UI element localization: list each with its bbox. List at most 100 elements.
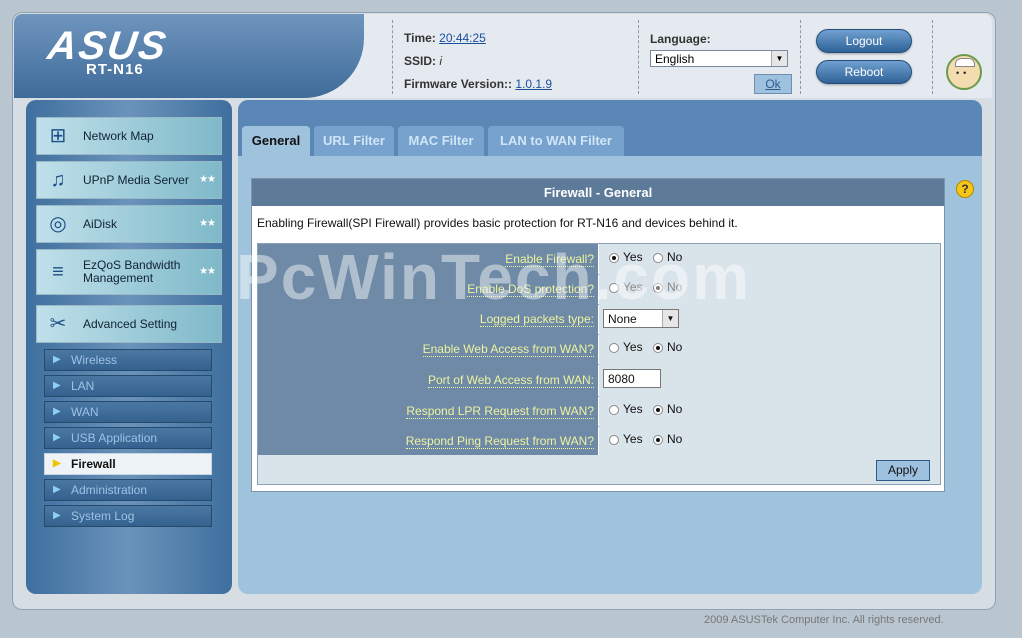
select-value: None	[608, 312, 637, 326]
apply-button[interactable]: Apply	[876, 460, 930, 481]
subnav-usb-application[interactable]: ▶ USB Application	[44, 427, 212, 449]
nav-label: UPnP Media Server	[83, 172, 189, 187]
main-content: General URL Filter MAC Filter LAN to WAN…	[238, 100, 982, 594]
firewall-panel: Firewall - General Enabling Firewall(SPI…	[251, 178, 945, 492]
radio-label: No	[667, 402, 683, 416]
subnav-label: Wireless	[71, 353, 118, 367]
row-value: Yes No	[599, 396, 940, 426]
tab-lan-to-wan-filter[interactable]: LAN to WAN Filter	[488, 126, 624, 156]
row-value: None ▼	[599, 304, 940, 334]
firmware-info: Firmware Version:: 1.0.1.9	[404, 77, 552, 91]
radio-label: Yes	[623, 250, 643, 264]
subnav-administration[interactable]: ▶ Administration	[44, 479, 212, 501]
chevron-down-icon: ▼	[662, 310, 678, 327]
row-value: 8080	[599, 364, 940, 396]
label-text: Enable DoS protection?	[467, 282, 594, 297]
row-web-access: Enable Web Access from WAN? Yes No	[258, 334, 940, 365]
nav-label: Advanced Setting	[83, 316, 178, 331]
web-access-yes-radio[interactable]	[609, 343, 619, 353]
row-value: Yes No	[599, 334, 940, 364]
language-select[interactable]: English ▼	[650, 50, 788, 67]
nav-advanced-setting[interactable]: ✂ Advanced Setting	[36, 305, 222, 343]
row-enable-dos: Enable DoS protection? Yes No	[258, 274, 940, 305]
radio-label: No	[667, 250, 683, 264]
subnav-label: USB Application	[71, 431, 158, 445]
footer-copyright: 2009 ASUSTek Computer Inc. All rights re…	[704, 614, 944, 626]
row-label: Logged packets type:	[258, 304, 598, 334]
nav-network-map[interactable]: ⊞ Network Map	[36, 117, 222, 155]
subnav-wireless[interactable]: ▶ Wireless	[44, 349, 212, 371]
logo-block: ASUS RT-N16	[14, 14, 364, 98]
enable-dos-no-radio[interactable]	[653, 283, 663, 293]
row-lpr: Respond LPR Request from WAN? Yes No	[258, 396, 940, 427]
web-port-input[interactable]: 8080	[603, 369, 661, 388]
arrow-right-icon: ▶	[53, 458, 61, 469]
nav-label: EzQoS Bandwidth Management	[83, 258, 181, 285]
logout-button[interactable]: Logout	[816, 29, 912, 53]
row-label: Enable Firewall?	[258, 244, 598, 274]
arrow-right-icon: ▶	[53, 510, 61, 521]
row-label: Port of Web Access from WAN:	[258, 364, 598, 396]
firmware-link[interactable]: 1.0.1.9	[515, 77, 552, 91]
eyes-shape: ••	[956, 68, 971, 78]
subnav-lan[interactable]: ▶ LAN	[44, 375, 212, 397]
enable-dos-yes-radio[interactable]	[609, 283, 619, 293]
tab-mac-filter[interactable]: MAC Filter	[398, 126, 484, 156]
qos-icon: ≡	[52, 261, 64, 283]
stars-icon: ★★	[199, 218, 216, 229]
web-access-no-radio[interactable]	[653, 343, 663, 353]
stars-icon: ★★	[199, 174, 216, 185]
header: ASUS RT-N16 Time: 20:44:25 SSID: i Firmw…	[14, 14, 992, 98]
tools-icon: ✂	[49, 313, 67, 335]
divider	[638, 20, 639, 94]
row-value: Yes No	[599, 274, 940, 304]
subnav-system-log[interactable]: ▶ System Log	[44, 505, 212, 527]
lpr-yes-radio[interactable]	[609, 405, 619, 415]
radio-label: Yes	[623, 340, 643, 354]
nav-label: Network Map	[83, 128, 154, 143]
row-label: Enable Web Access from WAN?	[258, 334, 598, 364]
tab-url-filter[interactable]: URL Filter	[314, 126, 394, 156]
row-ping: Respond Ping Request from WAN? Yes No	[258, 426, 940, 457]
nav-aidisk[interactable]: ◎ AiDisk ★★	[36, 205, 222, 243]
arrow-right-icon: ▶	[53, 432, 61, 443]
reboot-button[interactable]: Reboot	[816, 60, 912, 84]
radio-label: No	[667, 340, 683, 354]
label-text: Enable Firewall?	[505, 252, 594, 267]
label-text: Respond LPR Request from WAN?	[406, 404, 594, 419]
settings-table: Enable Firewall? Yes No Enable DoS prote…	[257, 243, 941, 485]
label-text: Port of Web Access from WAN:	[427, 373, 594, 388]
row-value: Yes No	[599, 244, 940, 274]
row-enable-firewall: Enable Firewall? Yes No	[258, 244, 940, 275]
tab-general[interactable]: General	[242, 126, 310, 156]
radio-label: No	[667, 280, 683, 294]
row-value: Yes No	[599, 426, 940, 456]
chevron-down-icon: ▼	[771, 51, 787, 66]
time-link[interactable]: 20:44:25	[439, 31, 486, 45]
enable-firewall-yes-radio[interactable]	[609, 253, 619, 263]
subnav-label: Firewall	[71, 457, 116, 471]
subnav-wan[interactable]: ▶ WAN	[44, 401, 212, 423]
time-info: Time: 20:44:25	[404, 31, 486, 45]
apply-row: Apply	[258, 455, 940, 484]
radio-label: Yes	[623, 402, 643, 416]
logged-packets-select[interactable]: None ▼	[603, 309, 679, 328]
nav-ezqos[interactable]: ≡ EzQoS Bandwidth Management ★★	[36, 249, 222, 295]
enable-firewall-no-radio[interactable]	[653, 253, 663, 263]
row-label: Enable DoS protection?	[258, 274, 598, 304]
divider	[932, 20, 933, 94]
ssid-info: SSID: i	[404, 54, 442, 68]
ping-yes-radio[interactable]	[609, 435, 619, 445]
subnav-firewall[interactable]: ▶ Firewall	[44, 453, 212, 475]
panel-title: Firewall - General	[252, 179, 944, 206]
row-label: Respond LPR Request from WAN?	[258, 396, 598, 426]
arrow-right-icon: ▶	[53, 380, 61, 391]
ping-no-radio[interactable]	[653, 435, 663, 445]
time-label: Time:	[404, 31, 436, 45]
lpr-no-radio[interactable]	[653, 405, 663, 415]
radio-label: No	[667, 432, 683, 446]
nav-upnp-media-server[interactable]: ♫ UPnP Media Server ★★	[36, 161, 222, 199]
language-ok-button[interactable]: Ok	[754, 74, 792, 94]
network-map-icon: ⊞	[49, 125, 67, 147]
help-icon[interactable]: ?	[956, 180, 974, 198]
